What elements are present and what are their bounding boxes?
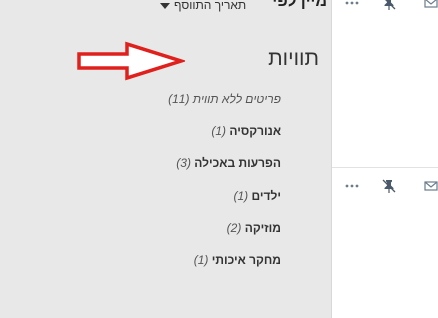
- tag-name: אנורקסיה: [229, 124, 281, 139]
- tag-name: מחקר איכותי: [211, 252, 281, 267]
- content-pane: [331, 0, 438, 318]
- tag-count: (1): [193, 252, 209, 267]
- tag-count: (1): [211, 124, 227, 139]
- tag-name: מוזיקה: [244, 220, 281, 235]
- tag-item-untagged[interactable]: פריטים ללא תווית (11): [41, 88, 281, 120]
- tag-count: (3): [176, 156, 191, 171]
- more-icon[interactable]: [344, 179, 360, 193]
- unpin-icon[interactable]: [382, 0, 396, 10]
- row-toolbar: [344, 179, 438, 193]
- sort-dropdown[interactable]: תאריך התווסף: [160, 0, 246, 12]
- tags-heading: תוויות: [268, 47, 319, 70]
- row-toolbar: [344, 0, 438, 10]
- caret-down-icon: [160, 3, 170, 9]
- tag-item-qualitative-research[interactable]: מחקר איכותי (1): [41, 249, 281, 281]
- mail-icon[interactable]: [424, 0, 438, 10]
- sort-by-label: מיין לפי: [272, 0, 327, 10]
- red-arrow-icon: [77, 41, 185, 81]
- tag-item-eating-disorders[interactable]: הפרעות באכילה (3): [41, 152, 281, 184]
- tags-panel: מיין לפי תאריך התווסף תוויות פריטים ללא …: [0, 0, 331, 318]
- mail-icon[interactable]: [424, 179, 438, 193]
- tag-item-anorexia[interactable]: אנורקסיה (1): [41, 120, 281, 152]
- tag-name: פריטים ללא תווית: [192, 92, 281, 106]
- tag-count: (11): [168, 92, 190, 106]
- tag-item-children[interactable]: ילדים (1): [41, 185, 281, 217]
- unpin-icon[interactable]: [382, 179, 396, 193]
- title-bar: מיין לפי תאריך התווסף: [0, 0, 331, 12]
- tag-count: (1): [233, 188, 249, 203]
- tag-list: פריטים ללא תווית (11) אנורקסיה (1) הפרעו…: [41, 88, 281, 281]
- more-icon[interactable]: [344, 0, 360, 10]
- tag-count: (2): [226, 220, 242, 235]
- sort-dropdown-value: תאריך התווסף: [174, 0, 247, 12]
- tag-name: הפרעות באכילה: [194, 156, 281, 171]
- tag-item-music[interactable]: מוזיקה (2): [41, 217, 281, 249]
- tag-name: ילדים: [251, 188, 282, 203]
- row-divider: [332, 167, 438, 168]
